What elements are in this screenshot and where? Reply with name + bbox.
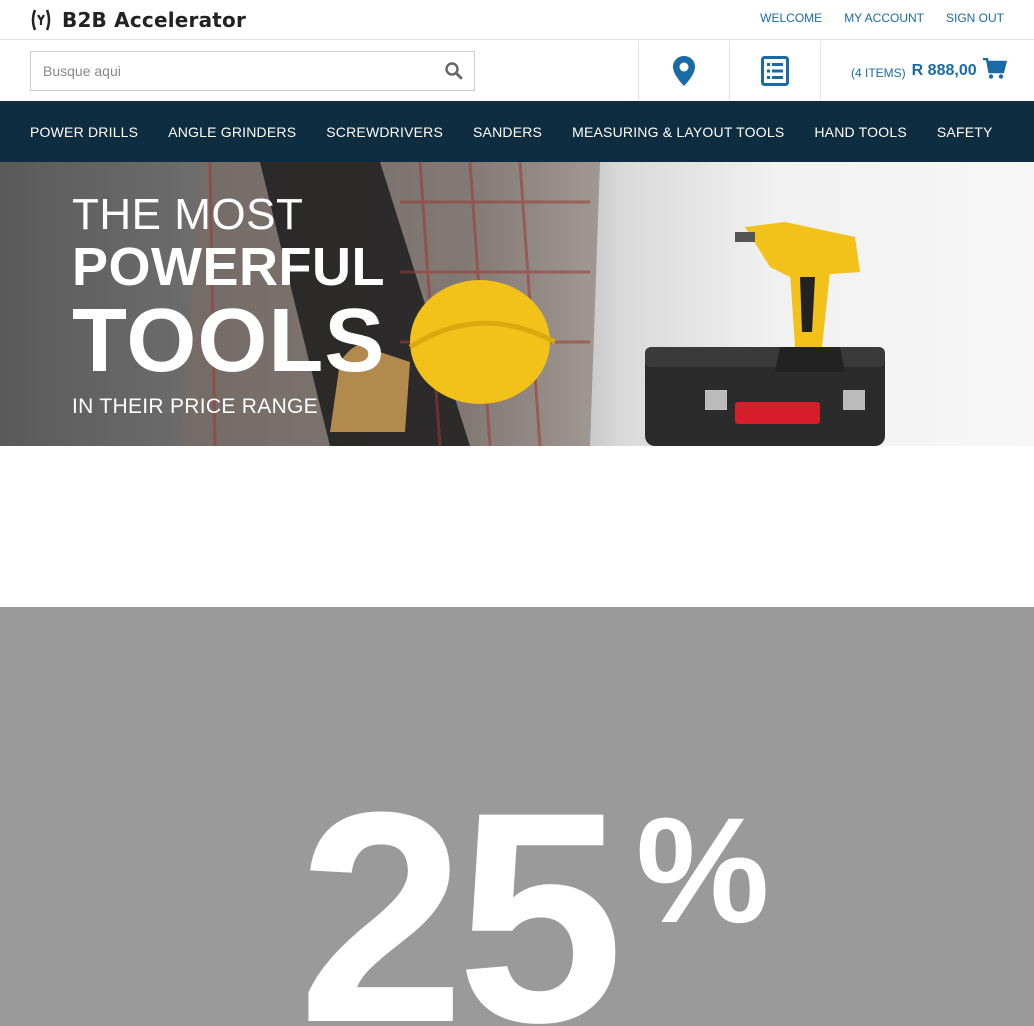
shopping-cart-icon: [982, 58, 1007, 79]
welcome-text: WELCOME: [760, 11, 823, 25]
hero-line-2: POWERFUL: [72, 237, 385, 297]
brand-name: B2B Accelerator: [62, 8, 247, 32]
search-box: [30, 51, 475, 91]
nav-item-sanders[interactable]: SANDERS: [473, 124, 542, 140]
nav-item-hand-tools[interactable]: HAND TOOLS: [814, 124, 907, 140]
hero-headline: THE MOST POWERFUL TOOLS IN THEIR PRICE R…: [72, 192, 385, 420]
hero-banner[interactable]: THE MOST POWERFUL TOOLS IN THEIR PRICE R…: [0, 162, 1034, 446]
quick-order-button[interactable]: [729, 41, 820, 101]
map-marker-icon: [673, 56, 695, 86]
store-finder-button[interactable]: [638, 41, 729, 101]
account-links: WELCOME MY ACCOUNT SIGN OUT: [760, 11, 1004, 25]
action-row: (4 ITEMS) R 888,00: [0, 41, 1034, 101]
promo-banner[interactable]: 25 %: [0, 607, 1034, 1026]
hero-line-1: THE MOST: [72, 190, 304, 239]
nav-item-power-drills[interactable]: POWER DRILLS: [30, 124, 138, 140]
hero-line-3: TOOLS: [72, 291, 386, 391]
hero-line-4: IN THEIR PRICE RANGE: [72, 395, 318, 418]
my-account-link[interactable]: MY ACCOUNT: [844, 11, 924, 25]
list-icon: [761, 56, 789, 86]
promo-percent-symbol: %: [636, 786, 770, 954]
search-input[interactable]: [31, 52, 431, 90]
search-icon[interactable]: [444, 61, 464, 81]
cart-item-count: (4 ITEMS): [851, 66, 906, 80]
nav-item-measuring-layout-tools[interactable]: MEASURING & LAYOUT TOOLS: [572, 124, 784, 140]
brand-logo[interactable]: B2B Accelerator: [30, 8, 246, 32]
nav-item-screwdrivers[interactable]: SCREWDRIVERS: [326, 124, 443, 140]
cart-total: R 888,00: [911, 62, 977, 79]
nav-item-safety[interactable]: SAFETY: [937, 124, 993, 140]
brand-logo-icon: [31, 9, 51, 31]
main-nav: POWER DRILLS ANGLE GRINDERS SCREWDRIVERS…: [0, 101, 1034, 162]
top-bar: B2B Accelerator WELCOME MY ACCOUNT SIGN …: [0, 0, 1034, 40]
mini-cart[interactable]: (4 ITEMS) R 888,00: [820, 41, 1034, 101]
sign-out-link[interactable]: SIGN OUT: [946, 11, 1004, 25]
promo-discount-number: 25: [298, 749, 624, 1026]
nav-item-angle-grinders[interactable]: ANGLE GRINDERS: [168, 124, 296, 140]
